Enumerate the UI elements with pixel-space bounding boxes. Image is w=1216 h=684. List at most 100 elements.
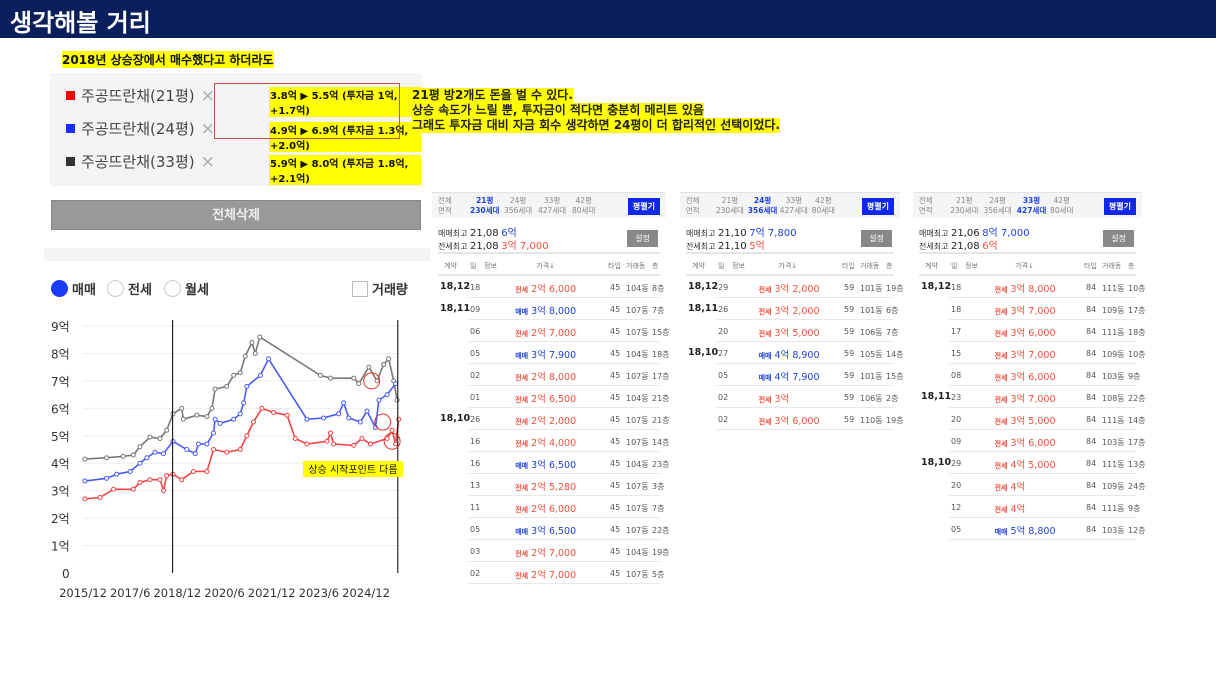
close-icon[interactable]: ×	[201, 119, 215, 139]
delete-all-button[interactable]: 전체삭제	[51, 200, 421, 230]
price-value: 2억 2,000	[531, 416, 577, 427]
table-row[interactable]: 20 전세 3억 5,000 59 106동 7층	[686, 320, 898, 342]
contract-day: 09	[470, 305, 481, 314]
table-row[interactable]: 08 전세 3억 6,000 84 103동 9층	[919, 364, 1140, 386]
table-row[interactable]: 16 전세 2억 4,000 45 107동 14층	[438, 430, 670, 452]
column-header[interactable]: 계약	[444, 261, 457, 271]
column-header[interactable]: 계약	[925, 261, 938, 271]
column-header[interactable]: 타입	[608, 261, 621, 271]
legend-item-33[interactable]: 주공뜨란채(33평) ×	[66, 151, 215, 172]
area-tab[interactable]: 42평 80세대	[1050, 196, 1073, 216]
column-header[interactable]: 정보	[484, 261, 497, 271]
table-row[interactable]: 05 매매 4억 7,900 59 101동 15층	[686, 364, 904, 386]
column-header[interactable]: 일	[470, 261, 476, 271]
area-tab[interactable]: 33평 427세대	[780, 196, 808, 216]
column-header[interactable]: 계약	[692, 261, 705, 271]
column-header[interactable]: 정보	[965, 261, 978, 271]
area-tab[interactable]: 21평 230세대	[950, 196, 978, 216]
floor: 18층	[1128, 328, 1146, 337]
table-row[interactable]: 11 전세 2억 6,000 45 107동 7층	[438, 496, 664, 518]
floor: 17층	[652, 372, 670, 381]
table-row[interactable]: 15 전세 3억 7,000 84 109동 10층	[919, 342, 1146, 364]
table-row[interactable]: 18,10 29 전세 4억 5,000 84 111동 13층	[919, 452, 1146, 474]
unit-type: 45	[610, 503, 621, 512]
area-tab[interactable]: 24평 356세대	[504, 196, 532, 216]
close-icon[interactable]: ×	[201, 86, 215, 106]
table-row[interactable]: 17 전세 3억 6,000 84 111동 18층	[919, 320, 1146, 342]
table-row[interactable]: 18,12 18 전세 3억 8,000 84 111동 10층	[919, 276, 1146, 298]
table-row[interactable]: 20 전세 4억 84 109동 24층	[919, 474, 1146, 496]
radio-monthly[interactable]: 월세	[164, 279, 209, 298]
table-row[interactable]: 13 전세 2억 5,280 45 107동 3층	[438, 474, 664, 496]
area-tab[interactable]: 33평 427세대	[1017, 196, 1046, 216]
column-header[interactable]: 타입	[1084, 261, 1097, 271]
column-header[interactable]: 타입	[842, 261, 855, 271]
area-tab[interactable]: 24평 356세대	[748, 196, 777, 216]
column-header[interactable]: 층	[1128, 261, 1134, 271]
table-row[interactable]: 05 매매 3억 7,900 45 104동 18층	[438, 342, 670, 364]
table-row[interactable]: 09 전세 3억 6,000 84 103동 17층	[919, 430, 1146, 452]
column-header[interactable]: 가격↓	[1015, 261, 1034, 271]
table-row[interactable]: 02 전세 2억 8,000 45 107동 17층	[438, 364, 670, 386]
table-row[interactable]: 18 전세 3억 7,000 84 109동 17층	[919, 298, 1146, 320]
area-tab[interactable]: 33평 427세대	[538, 196, 566, 216]
price-value: 2억 4,000	[531, 438, 577, 449]
table-row[interactable]: 18,11 26 전세 3억 2,000 59 101동 6층	[686, 298, 898, 320]
table-row[interactable]: 06 전세 2억 7,000 45 107동 15층	[438, 320, 670, 342]
table-row[interactable]: 05 매매 5억 8,800 84 103동 12층	[919, 518, 1146, 540]
unit-type: 84	[1086, 393, 1097, 402]
price: 전세 2억 2,000	[515, 413, 576, 427]
table-row[interactable]: 18,11 09 매매 3억 8,000 45 107동 7층	[438, 298, 664, 320]
table-row[interactable]: 18,12 29 전세 3억 2,000 59 101동 19층	[686, 276, 904, 298]
table-row[interactable]: 05 매매 3억 6,500 45 107동 22층	[438, 518, 670, 540]
table-header: 계약 일 정보 가격↓ 타입 거래동 층	[919, 254, 1136, 276]
table-row[interactable]: 20 전세 3억 5,000 84 111동 14층	[919, 408, 1146, 430]
area-tab[interactable]: 전체 면적	[919, 196, 933, 216]
column-header[interactable]: 가격↓	[778, 261, 797, 271]
table-row[interactable]: 18,10 26 전세 2억 2,000 45 107동 21층	[438, 408, 670, 430]
table-row[interactable]: 03 전세 2억 7,000 45 104동 19층	[438, 540, 670, 562]
column-header[interactable]: 층	[886, 261, 892, 271]
area-tab[interactable]: 전체 면적	[438, 196, 452, 216]
column-header[interactable]: 거래동	[626, 261, 645, 271]
column-header[interactable]: 거래동	[1102, 261, 1121, 271]
table-row[interactable]: 18,10 27 매매 4억 8,900 59 105동 14층	[686, 342, 904, 364]
settings-button[interactable]: 설정	[627, 230, 658, 247]
contract-day: 13	[470, 481, 481, 490]
radio-jeonse[interactable]: 전세	[107, 279, 152, 298]
table-row[interactable]: 02 전세 3억 59 106동 2층	[686, 386, 898, 408]
close-icon[interactable]: ×	[201, 152, 215, 172]
settings-button[interactable]: 설정	[861, 230, 892, 247]
expand-button[interactable]: 평펼기	[627, 198, 660, 215]
x-tick-label: 2020/6	[204, 586, 244, 600]
column-header[interactable]: 가격↓	[536, 261, 555, 271]
table-row[interactable]: 01 전세 2억 6,500 45 104동 21층	[438, 386, 670, 408]
column-header[interactable]: 층	[652, 261, 658, 271]
table-row[interactable]: 18,12 18 전세 2억 6,000 45 104동 8층	[438, 276, 664, 298]
radio-label: 매매	[72, 283, 96, 298]
radio-sale[interactable]: 매매	[51, 279, 96, 298]
area-tab[interactable]: 전체 면적	[686, 196, 700, 216]
volume-checkbox[interactable]: 거래량	[352, 279, 408, 298]
expand-button[interactable]: 평펼기	[1103, 198, 1136, 215]
column-header[interactable]: 일	[718, 261, 724, 271]
table-row[interactable]: 02 전세 2억 7,000 45 107동 5층	[438, 562, 664, 584]
expand-button[interactable]: 평펼기	[861, 198, 894, 215]
column-header[interactable]: 거래동	[860, 261, 879, 271]
area-tab[interactable]: 42평 80세대	[812, 196, 835, 216]
column-header[interactable]: 정보	[732, 261, 745, 271]
table-row[interactable]: 16 매매 3억 6,500 45 104동 23층	[438, 452, 670, 474]
contract-month: 18,10	[440, 413, 471, 424]
area-tab[interactable]: 21평 230세대	[470, 196, 499, 216]
table-row[interactable]: 12 전세 4억 84 111동 9층	[919, 496, 1140, 518]
area-tab[interactable]: 21평 230세대	[716, 196, 744, 216]
column-header[interactable]: 일	[951, 261, 957, 271]
table-row[interactable]: 18,11 23 전세 3억 7,000 84 108동 22층	[919, 386, 1146, 408]
data-point	[331, 441, 337, 447]
area-tab[interactable]: 42평 80세대	[572, 196, 595, 216]
settings-button[interactable]: 설정	[1103, 230, 1134, 247]
area-tab[interactable]: 24평 356세대	[984, 196, 1012, 216]
table-row[interactable]: 02 전세 3억 6,000 59 110동 19층	[686, 408, 904, 430]
legend-item-21[interactable]: 주공뜨란채(21평) ×	[66, 85, 215, 106]
legend-item-24[interactable]: 주공뜨란채(24평) ×	[66, 118, 215, 139]
